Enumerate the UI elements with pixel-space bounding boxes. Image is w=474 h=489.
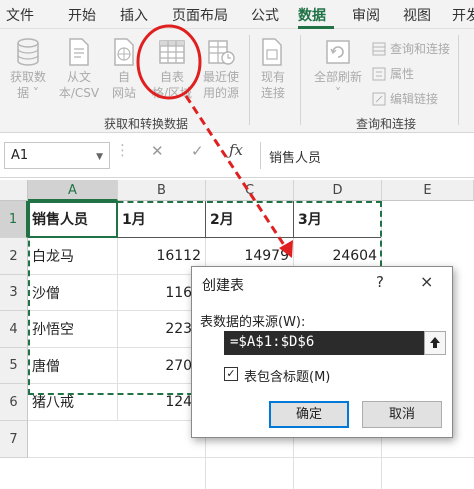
properties-button[interactable]: 属性 (372, 65, 414, 82)
menu-page-layout[interactable]: 页面布局 (172, 5, 228, 25)
cell-a5[interactable]: 唐僧 (28, 348, 118, 384)
cell-a2[interactable]: 白龙马 (28, 238, 118, 275)
formula-input[interactable]: 销售人员 (260, 142, 474, 169)
help-icon[interactable]: ? (376, 273, 384, 291)
existing-connections-label-2: 连接 (260, 86, 285, 100)
has-headers-checkbox[interactable]: ✓ (224, 367, 238, 381)
cell-a1[interactable]: 销售人员 (28, 201, 118, 238)
edit-links-icon (372, 92, 386, 105)
cancel-icon[interactable]: ✕ (151, 142, 164, 160)
from-table-range-button[interactable]: 自表 格/区域 (146, 37, 198, 101)
cancel-button[interactable]: 取消 (362, 401, 442, 428)
refresh-all-dropdown: ˅ (335, 86, 341, 100)
recent-sources-label-2: 用的源 (202, 86, 239, 100)
from-table-label-1: 自表 (159, 70, 184, 84)
database-icon (17, 38, 39, 66)
menu-review[interactable]: 审阅 (352, 5, 380, 25)
create-table-dialog: 创建表 ? × 表数据的来源(W): =$A$1:$D$6 ✓ 表包含标题(M)… (191, 266, 453, 438)
refresh-all-label: 全部刷新 (313, 70, 362, 84)
refresh-all-button[interactable]: 全部刷新 ˅ (310, 37, 366, 101)
row-header-4[interactable]: 4 (0, 311, 28, 348)
gridline (28, 457, 474, 458)
existing-connections-icon (262, 38, 282, 66)
select-all-corner[interactable] (0, 180, 28, 201)
recent-sources-button[interactable]: 最近使 用的源 (198, 37, 244, 101)
from-web-label-1: 自 (117, 70, 130, 84)
menu-insert[interactable]: 插入 (120, 5, 148, 25)
existing-connections-label-1: 现有 (260, 70, 285, 84)
menu-developer[interactable]: 开发 (452, 5, 474, 25)
edit-links-button[interactable]: 编辑链接 (372, 90, 438, 107)
formula-bar: A1 ▼ ⋮ ✕ ✓ ƒx 销售人员 (0, 133, 474, 178)
recent-sources-label-1: 最近使 (202, 70, 239, 84)
dialog-title: 创建表 (202, 278, 244, 294)
menu-data[interactable]: 数据 (298, 5, 326, 25)
column-header-a[interactable]: A (28, 180, 118, 201)
column-header-e[interactable]: E (382, 180, 474, 201)
queries-connections-button[interactable]: 查询和连接 (372, 40, 450, 57)
cell-a6[interactable]: 猪八戒 (28, 384, 118, 421)
from-text-label-1: 从文 (66, 70, 91, 84)
collapse-dialog-button[interactable] (424, 331, 446, 355)
close-icon[interactable]: × (420, 272, 433, 291)
refresh-icon (326, 40, 350, 64)
menu-formulas[interactable]: 公式 (251, 5, 279, 25)
from-web-button[interactable]: 自 网站 (106, 37, 142, 101)
insert-function-icon[interactable]: ƒx (229, 141, 243, 159)
queries-connections-label: 查询和连接 (390, 42, 451, 56)
menu-view[interactable]: 视图 (403, 5, 431, 25)
cell-b1[interactable]: 1月 (118, 201, 206, 238)
existing-connections-button[interactable]: 现有 连接 (254, 37, 292, 101)
properties-label: 属性 (390, 67, 415, 81)
get-data-label-1: 获取数 (9, 70, 46, 84)
enter-icon[interactable]: ✓ (191, 142, 204, 160)
get-data-button[interactable]: 获取数 据 ˅ (4, 37, 52, 101)
has-headers-label: 表包含标题(M) (244, 370, 331, 385)
chevron-down-icon[interactable]: ▼ (96, 152, 103, 162)
web-icon (114, 38, 134, 66)
cell-c1[interactable]: 2月 (206, 201, 294, 238)
cell-a4[interactable]: 孙悟空 (28, 311, 118, 348)
row-header-6[interactable]: 6 (0, 384, 28, 421)
menu-bar: 文件 开始 插入 页面布局 公式 数据 审阅 视图 开发 (0, 0, 474, 29)
group-queries-connections-label: 查询和连接 (356, 117, 417, 131)
from-text-csv-button[interactable]: 从文 本/CSV (54, 37, 104, 101)
ribbon-separator (249, 35, 250, 125)
get-data-label-2: 据 ˅ (17, 86, 39, 100)
column-header-b[interactable]: B (118, 180, 206, 201)
from-text-label-2: 本/CSV (58, 86, 100, 100)
cell-a3[interactable]: 沙僧 (28, 275, 118, 311)
row-header-1[interactable]: 1 (0, 201, 28, 238)
column-header-d[interactable]: D (294, 180, 382, 201)
menu-file[interactable]: 文件 (6, 5, 34, 25)
table-icon (159, 40, 185, 64)
more-icon: ⋮ (115, 141, 130, 159)
ribbon-separator (300, 35, 301, 125)
group-get-transform-label: 获取和转换数据 (104, 117, 189, 131)
from-table-label-2: 格/区域 (151, 86, 193, 100)
source-range-input[interactable]: =$A$1:$D$6 (224, 331, 424, 355)
text-file-icon (69, 38, 89, 66)
row-header-3[interactable]: 3 (0, 275, 28, 311)
row-header-5[interactable]: 5 (0, 348, 28, 384)
ribbon-separator (458, 35, 459, 125)
row-header-2[interactable]: 2 (0, 238, 28, 275)
name-box[interactable]: A1 ▼ (4, 142, 110, 169)
queries-icon (372, 42, 386, 55)
menu-home[interactable]: 开始 (68, 5, 96, 25)
properties-icon (372, 67, 386, 80)
name-box-value: A1 (11, 148, 29, 163)
column-header-c[interactable]: C (206, 180, 294, 201)
edit-links-label: 编辑链接 (390, 92, 439, 106)
source-label: 表数据的来源(W): (200, 315, 306, 330)
recent-sources-icon (208, 40, 235, 65)
from-web-label-2: 网站 (111, 86, 136, 100)
ok-button[interactable]: 确定 (269, 401, 349, 428)
range-select-icon (430, 337, 440, 348)
ribbon: 获取数 据 ˅ 从文 本/CSV 自 网站 自表 格/区域 最近使 用的源 现有… (0, 29, 474, 133)
cell-d1[interactable]: 3月 (294, 201, 382, 238)
row-header-7[interactable]: 7 (0, 421, 28, 458)
